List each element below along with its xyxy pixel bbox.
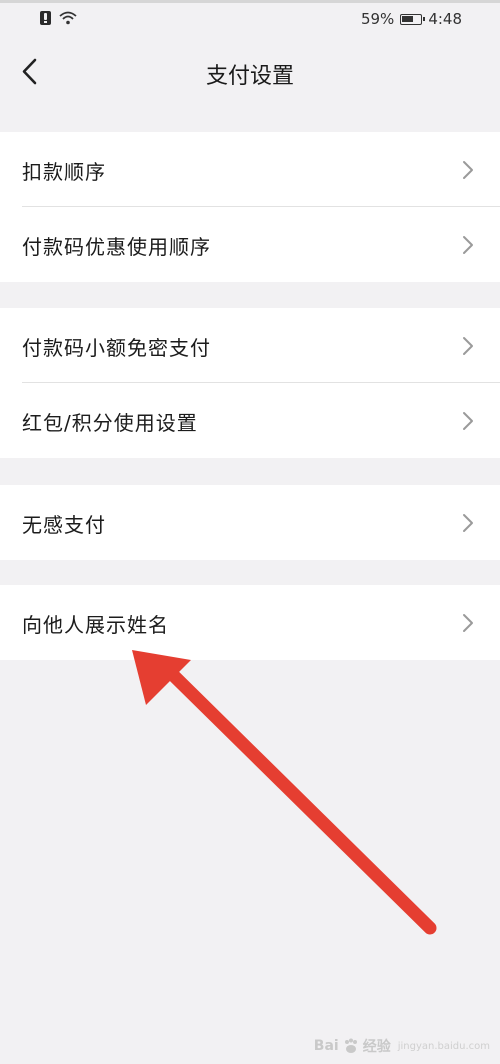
watermark-suffix: 经验 [362,1039,391,1055]
row-label: 付款码小额免密支付 [22,336,211,360]
row-seamless-payment[interactable]: 无感支付 [0,485,500,560]
status-bar: 59% 4:48 [0,0,500,38]
page-title: 支付设置 [205,64,294,89]
chevron-right-icon [462,513,474,533]
watermark: Bai 经验 jingyan.baidu.com [314,1036,490,1056]
row-label: 无感支付 [22,513,106,537]
settings-group-3: 无感支付 [0,485,500,560]
settings-group-4: 向他人展示姓名 [0,585,500,660]
row-label: 付款码优惠使用顺序 [22,235,211,259]
row-deduction-order[interactable]: 扣款顺序 [0,132,500,207]
row-payment-code-discount-order[interactable]: 付款码优惠使用顺序 [0,207,500,282]
settings-group-1: 扣款顺序 付款码优惠使用顺序 [0,132,500,282]
nav-bar: 支付设置 [0,38,500,108]
settings-group-2: 付款码小额免密支付 红包/积分使用设置 [0,308,500,458]
chevron-right-icon [462,613,474,633]
notification-alert-icon [40,11,51,25]
watermark-sub: jingyan.baidu.com [397,1040,490,1052]
status-right: 59% 4:48 [361,10,462,28]
chevron-right-icon [462,336,474,356]
chevron-right-icon [462,235,474,255]
status-left [40,11,77,25]
battery-icon [400,13,426,25]
row-label: 红包/积分使用设置 [22,411,198,435]
battery-percent: 59% [360,10,395,28]
row-label: 向他人展示姓名 [22,613,169,637]
row-label: 扣款顺序 [22,160,106,184]
chevron-right-icon [462,160,474,180]
row-small-amount-password-free[interactable]: 付款码小额免密支付 [0,308,500,383]
row-redpacket-points-settings[interactable]: 红包/积分使用设置 [0,383,500,458]
chevron-right-icon [462,411,474,431]
row-show-name-to-others[interactable]: 向他人展示姓名 [0,585,500,660]
clock-time: 4:48 [428,10,462,28]
paw-logo-icon [342,1037,360,1055]
wifi-icon [59,11,77,25]
watermark-text: Bai [313,1038,339,1054]
